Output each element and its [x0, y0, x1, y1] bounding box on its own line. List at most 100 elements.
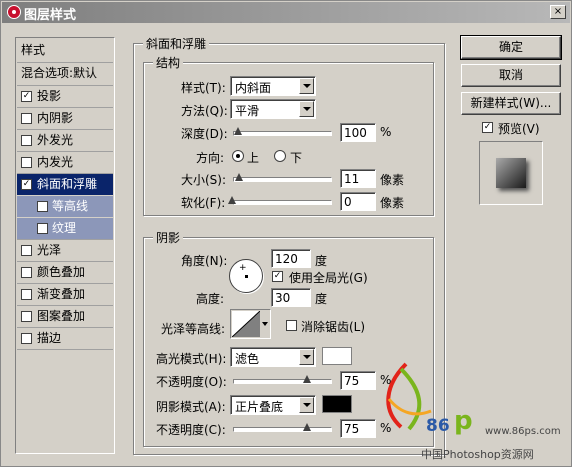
soften-slider-track[interactable] [233, 200, 332, 205]
texture-checkbox[interactable] [37, 223, 48, 234]
highlight-opacity-value: 75 [344, 374, 360, 388]
satin-checkbox[interactable] [21, 245, 32, 256]
angle-input[interactable]: 120 [271, 249, 311, 268]
sidebar-item-blending-options[interactable]: 混合选项:默认 [17, 63, 113, 84]
cancel-button[interactable]: 取消 [461, 64, 561, 87]
direction-up-label: 上 [247, 151, 260, 165]
shadow-opacity-slider-thumb[interactable] [303, 423, 311, 431]
outer-glow-checkbox[interactable] [21, 135, 32, 146]
watermark-url: www.86ps.com [485, 426, 561, 437]
shadow-mode-label: 阴影模式(A): [156, 400, 226, 414]
new-style-button[interactable]: 新建样式(W)... [461, 92, 561, 115]
angle-unit: 度 [315, 254, 328, 268]
sidebar-item-label: 斜面和浮雕 [37, 177, 98, 191]
size-unit: 像素 [380, 173, 405, 187]
color-overlay-checkbox[interactable] [21, 267, 32, 278]
altitude-input[interactable]: 30 [271, 288, 311, 307]
depth-input[interactable]: 100 [340, 123, 376, 142]
gradient-overlay-checkbox[interactable] [21, 289, 32, 300]
highlight-opacity-slider-track[interactable] [233, 379, 332, 384]
sidebar-item-bevel-emboss[interactable]: ✓ 斜面和浮雕 [17, 174, 113, 195]
size-input[interactable]: 11 [340, 169, 376, 188]
size-slider-thumb[interactable] [235, 173, 243, 181]
altitude-unit: 度 [315, 292, 328, 306]
structure-title: 结构 [153, 54, 184, 71]
preview-checkbox[interactable]: ✓ [482, 122, 493, 133]
sidebar-item-inner-shadow[interactable]: 内阴影 [17, 108, 113, 129]
ok-button[interactable]: 确定 [460, 35, 562, 60]
sidebar-item-pattern-overlay[interactable]: 图案叠加 [17, 306, 113, 327]
soften-input[interactable]: 0 [340, 192, 376, 211]
chevron-down-icon [299, 349, 314, 365]
depth-slider-thumb[interactable] [234, 127, 242, 135]
sidebar-item-label: 外发光 [37, 133, 74, 147]
shadow-mode-value: 正片叠底 [235, 400, 284, 414]
pattern-overlay-checkbox[interactable] [21, 311, 32, 322]
angle-label: 角度(N): [181, 254, 228, 268]
bevel-emboss-title: 斜面和浮雕 [143, 35, 210, 52]
shadow-opacity-label: 不透明度(C): [156, 423, 226, 437]
direction-down-label: 下 [290, 151, 303, 165]
angle-dial[interactable]: + [229, 259, 263, 293]
style-select[interactable]: 内斜面 [230, 76, 316, 96]
highlight-mode-select[interactable]: 滤色 [230, 347, 316, 367]
technique-select[interactable]: 平滑 [230, 99, 316, 119]
sidebar-item-label: 内阴影 [37, 111, 74, 125]
depth-slider-track[interactable] [233, 131, 332, 136]
depth-unit: % [380, 125, 392, 139]
sidebar-item-label: 渐变叠加 [37, 287, 86, 301]
sidebar-item-contour[interactable]: 等高线 [17, 196, 113, 217]
shadow-mode-select[interactable]: 正片叠底 [230, 395, 316, 415]
contour-checkbox[interactable] [37, 201, 48, 212]
inner-glow-checkbox[interactable] [21, 157, 32, 168]
shadow-color-swatch[interactable] [322, 395, 352, 413]
global-light-label: 使用全局光(G) [289, 271, 368, 285]
soften-value: 0 [344, 195, 352, 209]
close-button[interactable]: × [550, 5, 566, 19]
bevel-emboss-checkbox[interactable]: ✓ [21, 179, 32, 190]
highlight-opacity-label: 不透明度(O): [156, 375, 227, 389]
sidebar-item-outer-glow[interactable]: 外发光 [17, 130, 113, 151]
chevron-down-icon [299, 78, 314, 94]
angle-value: 120 [275, 252, 298, 266]
sidebar-item-stroke[interactable]: 描边 [17, 328, 113, 349]
sidebar-item-gradient-overlay[interactable]: 渐变叠加 [17, 284, 113, 305]
highlight-opacity-slider-thumb[interactable] [303, 375, 311, 383]
contour-linear-icon [232, 311, 260, 337]
chevron-down-icon [299, 397, 314, 413]
chevron-down-icon [262, 322, 268, 326]
sidebar-item-color-overlay[interactable]: 颜色叠加 [17, 262, 113, 283]
photoshop-app-icon [7, 5, 21, 19]
size-value: 11 [344, 172, 360, 186]
gloss-contour-picker[interactable] [230, 309, 271, 339]
highlight-color-swatch[interactable] [322, 347, 352, 365]
soften-unit: 像素 [380, 196, 405, 210]
chevron-down-icon [299, 101, 314, 117]
depth-label: 深度(D): [181, 127, 228, 141]
style-label: 样式(T): [181, 81, 226, 95]
sidebar-item-satin[interactable]: 光泽 [17, 240, 113, 261]
soften-slider-thumb[interactable] [228, 196, 236, 204]
direction-up-radio[interactable] [232, 150, 244, 162]
style-list: 样式 混合选项:默认 ✓ 投影 内阴影 外发光 内发光 ✓ 斜面和浮雕 等高线 纹理… [15, 37, 115, 454]
stroke-checkbox[interactable] [21, 333, 32, 344]
sidebar-item-label: 混合选项:默认 [21, 66, 98, 80]
shadow-opacity-slider-track[interactable] [233, 427, 332, 432]
sidebar-item-label: 颜色叠加 [37, 265, 86, 279]
direction-down-radio[interactable] [274, 150, 286, 162]
drop-shadow-checkbox[interactable]: ✓ [21, 91, 32, 102]
inner-shadow-checkbox[interactable] [21, 113, 32, 124]
antialias-checkbox[interactable] [286, 320, 297, 331]
global-light-checkbox[interactable]: ✓ [272, 271, 283, 282]
title-bar: 图层样式 × [2, 2, 570, 23]
shading-title: 阴影 [153, 229, 184, 246]
sidebar-item-texture[interactable]: 纹理 [17, 218, 113, 239]
sidebar-item-styles[interactable]: 样式 [17, 40, 113, 61]
sidebar-item-label: 描边 [37, 331, 62, 345]
watermark-letter: p [454, 406, 473, 436]
sidebar-item-drop-shadow[interactable]: ✓ 投影 [17, 86, 113, 107]
sidebar-item-label: 等高线 [52, 199, 89, 213]
size-slider-track[interactable] [233, 177, 332, 182]
angle-crosshair-icon: + [239, 263, 247, 273]
sidebar-item-inner-glow[interactable]: 内发光 [17, 152, 113, 173]
